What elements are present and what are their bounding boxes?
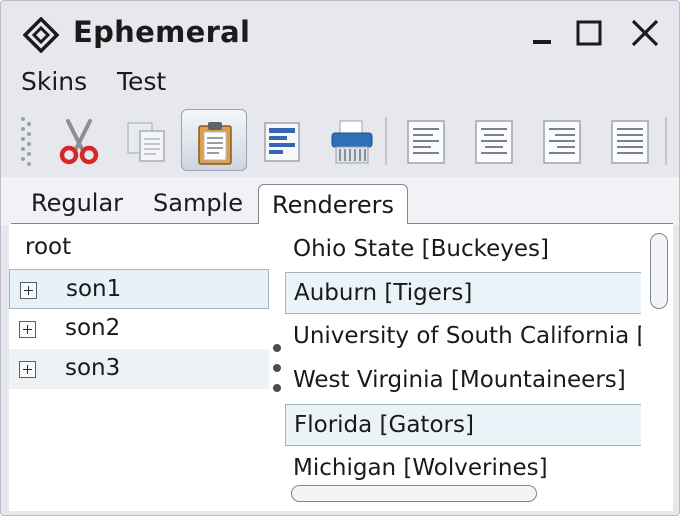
- expand-plus-icon[interactable]: [19, 361, 36, 378]
- tab-content-renderers: root son1 son2 son3 Ohio State [Buckeyes…: [9, 224, 673, 511]
- title-bar[interactable]: Ephemeral: [1, 1, 679, 65]
- align-right-icon: [543, 120, 581, 164]
- cut-button[interactable]: [45, 109, 111, 171]
- shred-button[interactable]: [317, 109, 383, 171]
- list-item[interactable]: West Virginia [Mountaineers]: [285, 360, 641, 402]
- horizontal-scrollbar[interactable]: [291, 485, 537, 502]
- format-button[interactable]: [249, 109, 315, 171]
- tree-view[interactable]: root son1 son2 son3: [9, 224, 271, 511]
- list-item[interactable]: Michigan [Wolverines]: [285, 448, 641, 490]
- format-icon: [264, 122, 300, 162]
- cut-icon: [59, 119, 99, 165]
- tree-node-label: son1: [66, 276, 122, 302]
- window-title: Ephemeral: [73, 15, 251, 49]
- expand-plus-icon[interactable]: [19, 321, 36, 338]
- maximize-icon[interactable]: [571, 15, 607, 51]
- toolbar-separator: [385, 117, 387, 165]
- tab-renderers[interactable]: Renderers: [258, 184, 408, 225]
- team-list[interactable]: Ohio State [Buckeyes] Auburn [Tigers] Un…: [285, 224, 641, 511]
- list-item[interactable]: University of South California [Trojans]: [285, 316, 641, 358]
- align-justify-button[interactable]: [597, 109, 663, 171]
- expand-plus-icon[interactable]: [20, 282, 37, 299]
- tab-regular[interactable]: Regular: [31, 189, 123, 217]
- close-icon[interactable]: [627, 15, 663, 51]
- paste-button[interactable]: [181, 109, 247, 171]
- tree-node-son2[interactable]: son2: [9, 309, 269, 349]
- align-left-button[interactable]: [393, 109, 459, 171]
- toolbar-separator: [665, 117, 667, 165]
- align-center-button[interactable]: [461, 109, 527, 171]
- menu-skins[interactable]: Skins: [21, 67, 87, 96]
- split-pane-divider[interactable]: [273, 344, 281, 394]
- tree-node-label: son2: [65, 315, 121, 341]
- tree-root-label[interactable]: root: [25, 234, 71, 260]
- minimize-icon[interactable]: [525, 15, 561, 51]
- toolbar: [1, 105, 679, 175]
- app-logo-icon: [23, 17, 59, 53]
- copy-button[interactable]: [113, 109, 179, 171]
- vertical-scrollbar[interactable]: [650, 233, 668, 309]
- align-center-icon: [475, 120, 513, 164]
- align-left-icon: [407, 120, 445, 164]
- paste-icon: [198, 122, 232, 165]
- shredder-icon: [331, 120, 373, 164]
- app-window: Ephemeral Skins Test Regular Sample Rend…: [0, 0, 680, 516]
- align-justify-icon: [611, 120, 649, 164]
- list-item[interactable]: Auburn [Tigers]: [285, 272, 641, 314]
- grip-icon[interactable]: [18, 115, 34, 167]
- tab-sample[interactable]: Sample: [153, 189, 243, 217]
- tree-node-son1[interactable]: son1: [9, 269, 269, 309]
- tree-node-label: son3: [65, 355, 121, 381]
- copy-icon: [127, 122, 165, 162]
- tree-node-son3[interactable]: son3: [9, 349, 269, 389]
- list-item[interactable]: Florida [Gators]: [285, 404, 641, 446]
- menu-bar: Skins Test: [1, 65, 679, 103]
- align-right-button[interactable]: [529, 109, 595, 171]
- list-item[interactable]: Ohio State [Buckeyes]: [285, 229, 641, 271]
- menu-test[interactable]: Test: [117, 67, 166, 96]
